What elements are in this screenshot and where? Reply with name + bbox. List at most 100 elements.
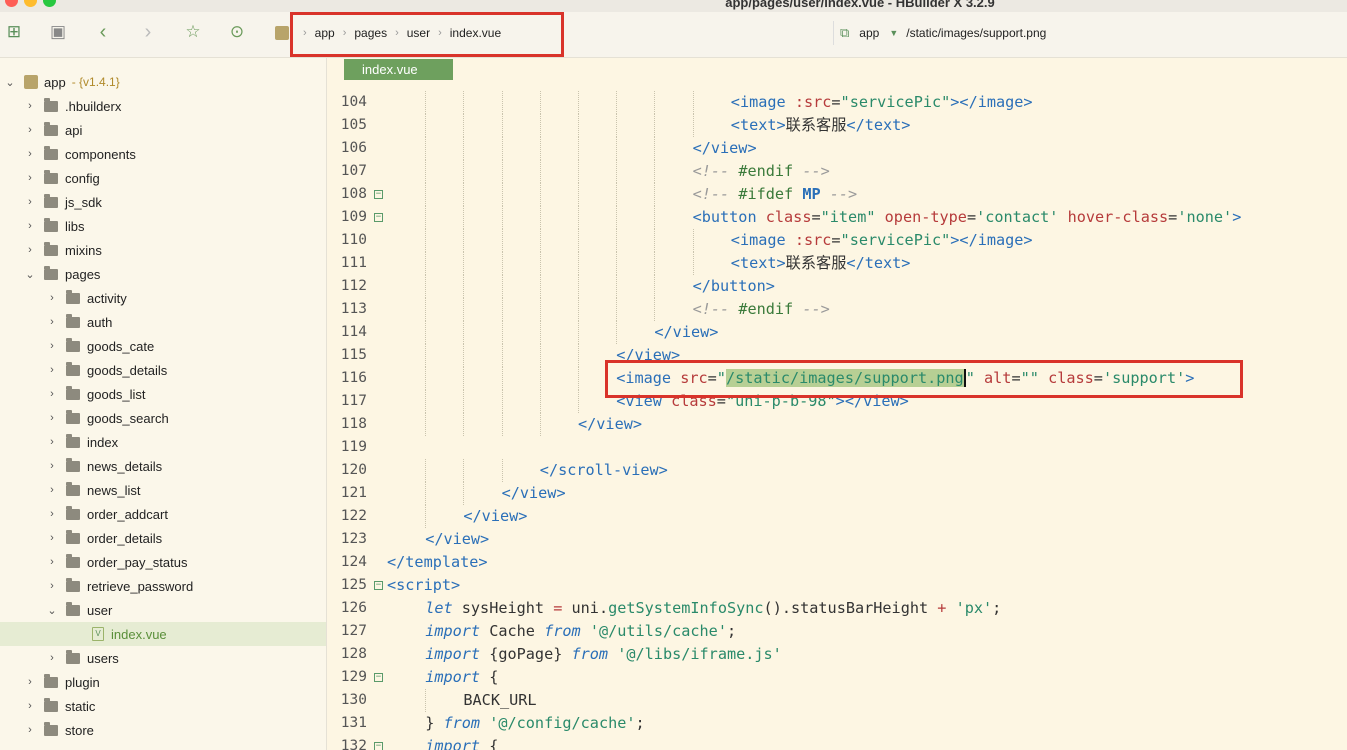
tree-item[interactable]: › goods_details bbox=[0, 358, 326, 382]
fold-icon[interactable]: − bbox=[374, 742, 383, 750]
tree-item[interactable]: › news_details bbox=[0, 454, 326, 478]
tree-item[interactable]: › components bbox=[0, 142, 326, 166]
code-line[interactable]: 107 <!-- #endif --> bbox=[328, 160, 1347, 183]
back-icon[interactable]: ‹ bbox=[93, 21, 113, 43]
code-line[interactable]: 127 import Cache from '@/utils/cache'; bbox=[328, 620, 1347, 643]
tree-item[interactable]: › index bbox=[0, 430, 326, 454]
chevron-right-icon[interactable]: › bbox=[46, 436, 58, 448]
chevron-down-icon[interactable]: ⌄ bbox=[24, 268, 36, 281]
code-line[interactable]: 125− <script> bbox=[328, 574, 1347, 597]
code-line[interactable]: 129− import { bbox=[328, 666, 1347, 689]
chevron-right-icon[interactable]: › bbox=[24, 148, 36, 160]
code-line[interactable]: 132− import { bbox=[328, 735, 1347, 750]
tree-item[interactable]: ⌄ user bbox=[0, 598, 326, 622]
forward-icon[interactable]: › bbox=[138, 21, 158, 43]
chevron-right-icon[interactable]: › bbox=[24, 724, 36, 736]
code-line[interactable]: 115 </view> bbox=[328, 344, 1347, 367]
run-icon[interactable]: ⊙ bbox=[227, 21, 247, 43]
tree-item[interactable]: › retrieve_password bbox=[0, 574, 326, 598]
tree-item[interactable]: › order_pay_status bbox=[0, 550, 326, 574]
chevron-right-icon[interactable]: › bbox=[46, 508, 58, 520]
chevron-right-icon[interactable]: › bbox=[24, 700, 36, 712]
tree-item[interactable]: › news_list bbox=[0, 478, 326, 502]
fold-icon[interactable]: − bbox=[374, 581, 383, 590]
path-project[interactable]: app bbox=[859, 26, 879, 40]
tree-item[interactable]: › libs bbox=[0, 214, 326, 238]
code-line[interactable]: 130 BACK_URL bbox=[328, 689, 1347, 712]
chevron-right-icon[interactable]: › bbox=[24, 100, 36, 112]
tree-item[interactable]: › .hbuilderx bbox=[0, 94, 326, 118]
chevron-right-icon[interactable]: › bbox=[24, 220, 36, 232]
chevron-right-icon[interactable]: › bbox=[46, 652, 58, 664]
tree-item[interactable]: ⌄ app - {v1.4.1} bbox=[0, 70, 326, 94]
code-line[interactable]: 118 </view> bbox=[328, 413, 1347, 436]
code-line[interactable]: 105 <text>联系客服</text> bbox=[328, 114, 1347, 137]
breadcrumb-item-user[interactable]: user bbox=[407, 26, 430, 40]
breadcrumb-item-pages[interactable]: pages bbox=[354, 26, 387, 40]
code-line[interactable]: 131} from '@/config/cache'; bbox=[328, 712, 1347, 735]
chevron-right-icon[interactable]: › bbox=[24, 676, 36, 688]
code-line[interactable]: 119 bbox=[328, 436, 1347, 459]
new-file-icon[interactable]: ⊞ bbox=[4, 21, 24, 43]
chevron-right-icon[interactable]: › bbox=[46, 292, 58, 304]
code-line[interactable]: 122 </view> bbox=[328, 505, 1347, 528]
code-line[interactable]: 120 </scroll-view> bbox=[328, 459, 1347, 482]
chevron-right-icon[interactable]: › bbox=[46, 364, 58, 376]
code-line[interactable]: 128 import {goPage} from '@/libs/iframe.j… bbox=[328, 643, 1347, 666]
code-line[interactable]: 112 </button> bbox=[328, 275, 1347, 298]
caret-down-icon[interactable]: ▼ bbox=[889, 28, 898, 38]
chevron-right-icon[interactable]: › bbox=[46, 340, 58, 352]
star-icon[interactable]: ☆ bbox=[183, 21, 203, 43]
tree-item[interactable]: › store bbox=[0, 718, 326, 742]
code-editor[interactable]: index.vue 104 <image :src="servicePic"></… bbox=[328, 58, 1347, 750]
chevron-right-icon[interactable]: › bbox=[24, 196, 36, 208]
fold-icon[interactable]: − bbox=[374, 213, 383, 222]
tree-item[interactable]: › activity bbox=[0, 286, 326, 310]
save-icon[interactable]: ▣ bbox=[48, 21, 68, 43]
tree-item[interactable]: › goods_list bbox=[0, 382, 326, 406]
path-value[interactable]: /static/images/support.png bbox=[906, 26, 1046, 40]
code-line[interactable]: 110 <image :src="servicePic"></image> bbox=[328, 229, 1347, 252]
code-line[interactable]: 113 <!-- #endif --> bbox=[328, 298, 1347, 321]
chevron-right-icon[interactable]: › bbox=[46, 532, 58, 544]
code-line[interactable]: 104 <image :src="servicePic"></image> bbox=[328, 91, 1347, 114]
chevron-right-icon[interactable]: › bbox=[24, 244, 36, 256]
code-line[interactable]: 117 <view class="uni-p-b-98"></view> bbox=[328, 390, 1347, 413]
tree-item[interactable]: › goods_cate bbox=[0, 334, 326, 358]
fold-icon[interactable]: − bbox=[374, 190, 383, 199]
code-line[interactable]: 106 </view> bbox=[328, 137, 1347, 160]
chevron-right-icon[interactable]: › bbox=[46, 460, 58, 472]
chevron-right-icon[interactable]: › bbox=[46, 556, 58, 568]
tree-item[interactable]: › order_addcart bbox=[0, 502, 326, 526]
chevron-right-icon[interactable]: › bbox=[46, 484, 58, 496]
chevron-right-icon[interactable]: › bbox=[46, 412, 58, 424]
tree-item[interactable]: › goods_search bbox=[0, 406, 326, 430]
breadcrumb-item-app[interactable]: app bbox=[315, 26, 335, 40]
tree-item[interactable]: › plugin bbox=[0, 670, 326, 694]
code-line[interactable]: 109− <button class="item" open-type='cont… bbox=[328, 206, 1347, 229]
code-line[interactable]: 121 </view> bbox=[328, 482, 1347, 505]
chevron-right-icon[interactable]: › bbox=[46, 388, 58, 400]
tree-item[interactable]: › js_sdk bbox=[0, 190, 326, 214]
chevron-right-icon[interactable]: › bbox=[24, 124, 36, 136]
chevron-down-icon[interactable]: ⌄ bbox=[4, 76, 16, 89]
code-line[interactable]: 124 </template> bbox=[328, 551, 1347, 574]
chevron-down-icon[interactable]: ⌄ bbox=[46, 604, 58, 617]
tree-item[interactable]: › config bbox=[0, 166, 326, 190]
tree-item[interactable]: › static bbox=[0, 694, 326, 718]
code-line[interactable]: 111 <text>联系客服</text> bbox=[328, 252, 1347, 275]
breadcrumb-item-file[interactable]: index.vue bbox=[450, 26, 501, 40]
tab-index-vue[interactable]: index.vue bbox=[344, 59, 453, 80]
tree-item[interactable]: › users bbox=[0, 646, 326, 670]
chevron-right-icon[interactable]: › bbox=[46, 580, 58, 592]
code-line[interactable]: 116 <image src="/static/images/support.pn… bbox=[328, 367, 1347, 390]
tree-item[interactable]: Vindex.vue bbox=[0, 622, 326, 646]
tree-item[interactable]: › api bbox=[0, 118, 326, 142]
code-line[interactable]: 126 let sysHeight = uni.getSystemInfoSync… bbox=[328, 597, 1347, 620]
tree-item[interactable]: ⌄ pages bbox=[0, 262, 326, 286]
code-line[interactable]: 114 </view> bbox=[328, 321, 1347, 344]
fold-icon[interactable]: − bbox=[374, 673, 383, 682]
chevron-right-icon[interactable]: › bbox=[24, 172, 36, 184]
code-line[interactable]: 123 </view> bbox=[328, 528, 1347, 551]
tree-item[interactable]: › auth bbox=[0, 310, 326, 334]
